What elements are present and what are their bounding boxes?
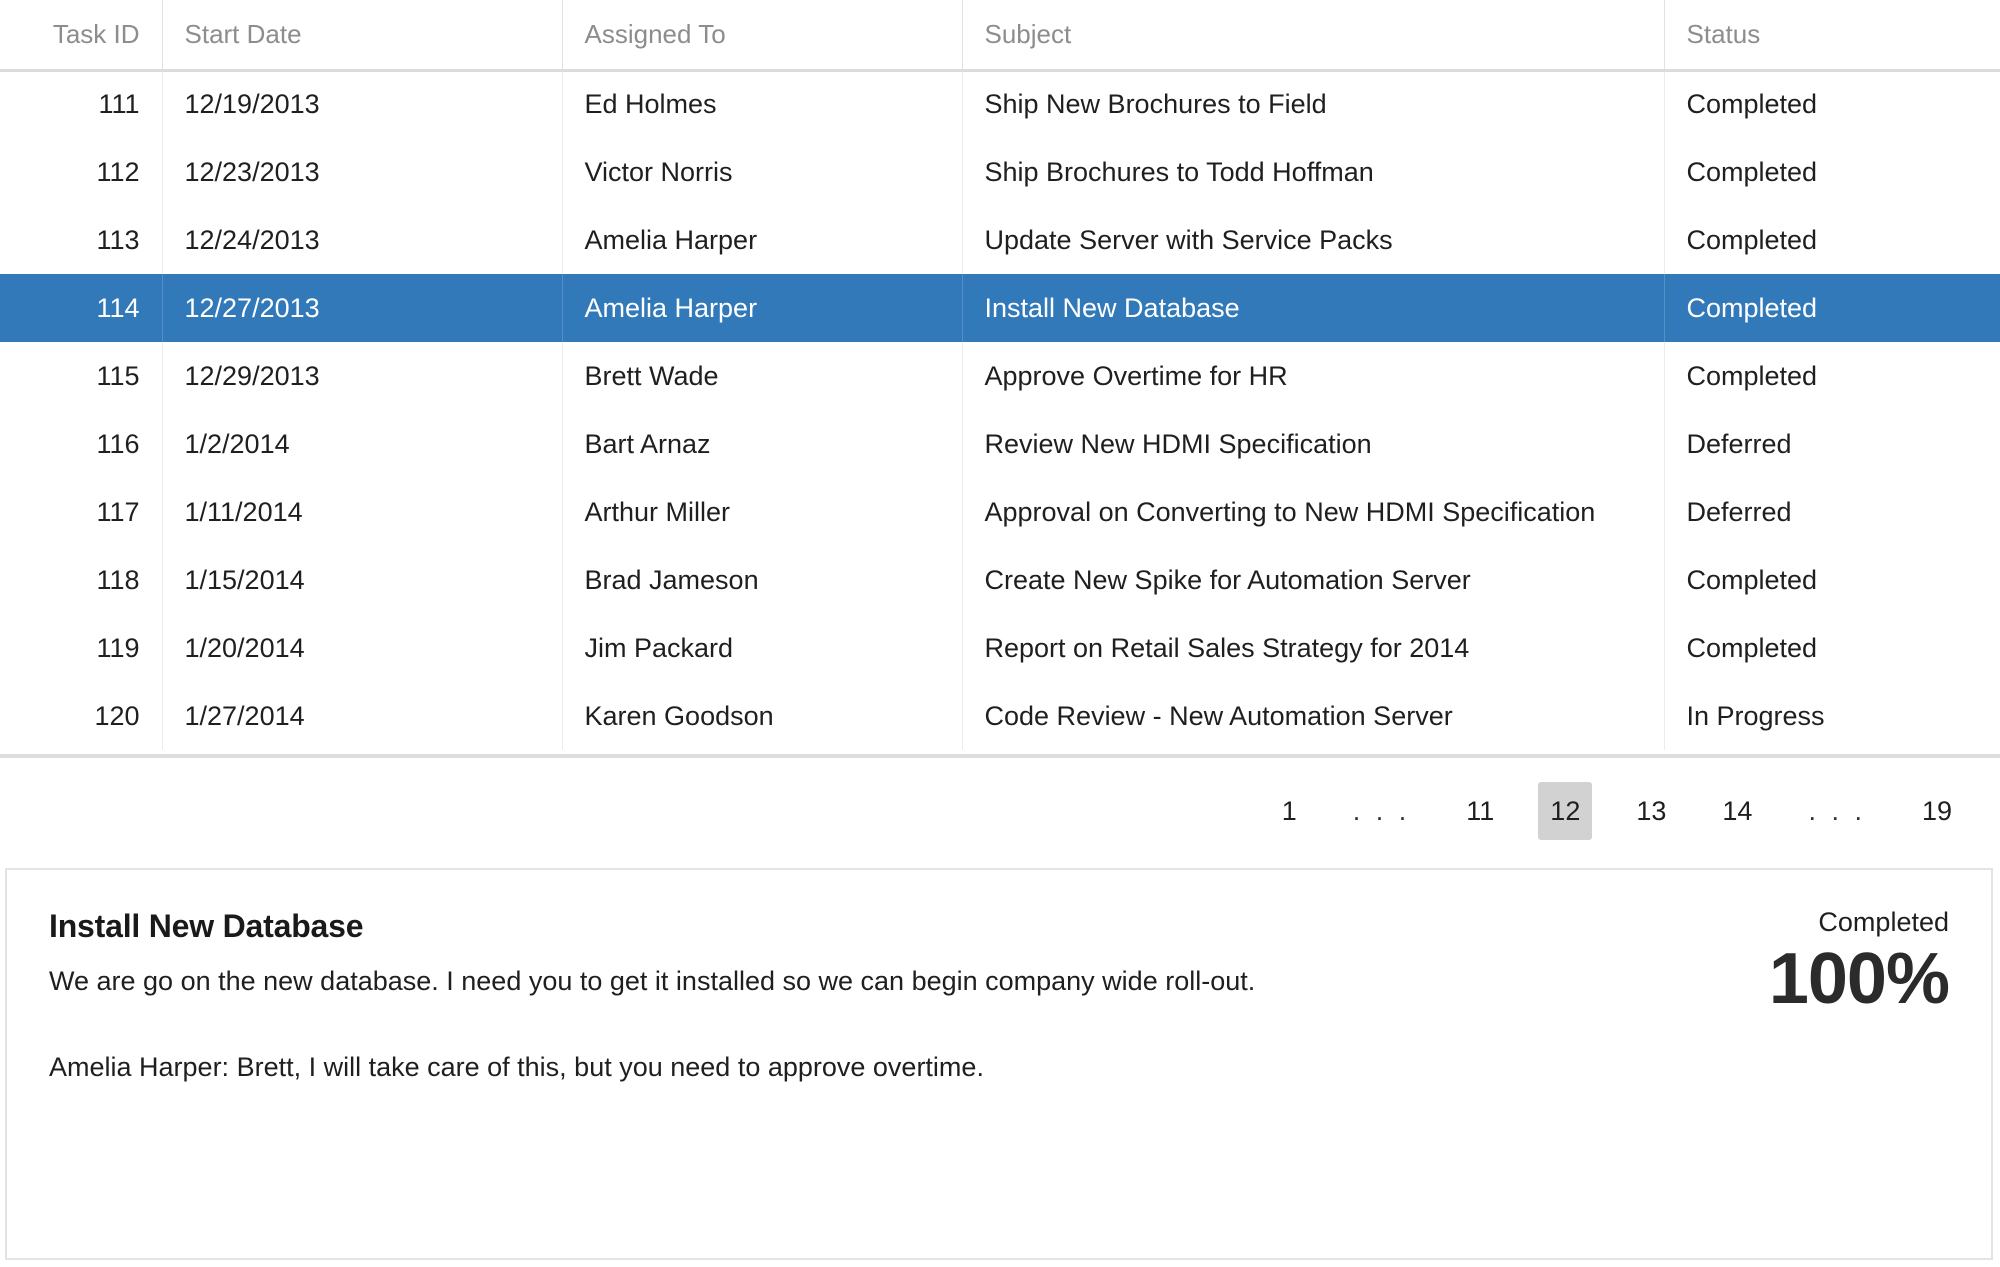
- table-row[interactable]: 118 1/15/2014 Brad Jameson Create New Spike…: [0, 546, 2000, 614]
- table-row[interactable]: 113 12/24/2013 Amelia Harper Update Server …: [0, 206, 2000, 274]
- detail-paragraph-2: Amelia Harper: Brett, I will take care o…: [49, 1052, 984, 1083]
- header-row: Task ID Start Date Assigned To Subject S…: [0, 0, 2000, 70]
- table-row[interactable]: 120 1/27/2014 Karen Goodson Code Review - N…: [0, 682, 2000, 750]
- cell-start-date: 12/23/2013: [162, 138, 563, 206]
- cell-task-id: 120: [0, 682, 163, 750]
- cell-status: Deferred: [1686, 496, 1792, 527]
- cell-assigned-to: Victor Norris: [562, 138, 963, 206]
- cell-subject: Ship Brochures to Todd Hoffman: [962, 138, 1665, 206]
- detail-status-label: Completed: [1818, 907, 1949, 937]
- cell-task-id: 117: [0, 478, 163, 546]
- cell-assigned-to: Amelia Harper: [562, 274, 963, 342]
- cell-task-id: 111: [0, 70, 163, 138]
- table-row[interactable]: 117 1/11/2014 Arthur Miller Approval on Con…: [0, 478, 2000, 546]
- pagination-page-19[interactable]: 19: [1910, 782, 1964, 840]
- pagination-ellipsis: . . .: [1808, 795, 1866, 826]
- cell-task-id: 119: [0, 614, 163, 682]
- detail-status-percent: 100%: [1768, 938, 1950, 1019]
- cell-assigned-to: Karen Goodson: [562, 682, 963, 750]
- detail-status-block: Completed 100%: [1768, 907, 1950, 1019]
- cell-task-id: 115: [0, 342, 163, 410]
- cell-start-date: 1/2/2014: [162, 410, 563, 478]
- table-row[interactable]: 114 12/27/2013 Amelia Harper Install New Da…: [0, 274, 2000, 342]
- cell-status: Deferred: [1686, 428, 1792, 459]
- cell-subject: Install New Database: [962, 274, 1665, 342]
- task-grid: Task ID Start Date Assigned To Subject S…: [0, 0, 2000, 750]
- detail-title: Install New Database: [49, 908, 364, 944]
- cell-assigned-to: Jim Packard: [562, 614, 963, 682]
- pagination-page-1[interactable]: 1: [1270, 782, 1309, 840]
- cell-subject: Report on Retail Sales Strategy for 2014: [962, 614, 1665, 682]
- cell-task-id: 116: [0, 410, 163, 478]
- table-row[interactable]: 112 12/23/2013 Victor Norris Ship Brochures…: [0, 138, 2000, 206]
- pagination-page-14[interactable]: 14: [1710, 782, 1764, 840]
- cell-status: Completed: [1686, 360, 1818, 391]
- cell-assigned-to: Amelia Harper: [562, 206, 963, 274]
- cell-assigned-to: Brad Jameson: [562, 546, 963, 614]
- cell-subject: Code Review - New Automation Server: [962, 682, 1665, 750]
- cell-start-date: 12/24/2013: [162, 206, 563, 274]
- table-row[interactable]: 111 12/19/2013 Ed Holmes Ship New Brochures…: [0, 70, 2000, 138]
- cell-subject: Approve Overtime for HR: [962, 342, 1665, 410]
- cell-status: Completed: [1686, 156, 1818, 187]
- cell-status: In Progress: [1686, 700, 1825, 731]
- cell-status: Completed: [1686, 89, 1818, 120]
- cell-start-date: 1/15/2014: [162, 546, 563, 614]
- cell-task-id: 118: [0, 546, 163, 614]
- cell-assigned-to: Brett Wade: [562, 342, 963, 410]
- pagination-ellipsis: . . .: [1352, 795, 1411, 826]
- cell-assigned-to: Bart Arnaz: [562, 410, 963, 478]
- pagination-page-12[interactable]: 12: [1538, 782, 1593, 840]
- cell-subject: Update Server with Service Packs: [962, 206, 1665, 274]
- task-detail-panel: Install New Database We are go on the ne…: [5, 868, 1993, 1260]
- task-grid-table: Task ID Start Date Assigned To Subject S…: [0, 0, 2000, 750]
- cell-start-date: 1/20/2014: [162, 614, 563, 682]
- cell-assigned-to: Ed Holmes: [562, 70, 963, 138]
- cell-start-date: 1/27/2014: [162, 682, 563, 750]
- detail-body: We are go on the new database. I need yo…: [49, 963, 1649, 1086]
- column-header-assigned-to[interactable]: Assigned To: [562, 0, 963, 70]
- cell-start-date: 12/27/2013: [162, 274, 563, 342]
- cell-task-id: 112: [0, 138, 163, 206]
- cell-start-date: 12/29/2013: [162, 342, 563, 410]
- task-grid-header: Task ID Start Date Assigned To Subject S…: [0, 0, 2000, 70]
- cell-subject: Create New Spike for Automation Server: [962, 546, 1665, 614]
- cell-status: Completed: [1664, 274, 2000, 342]
- detail-paragraph-1: We are go on the new database. I need yo…: [49, 966, 1256, 996]
- pagination-page-13[interactable]: 13: [1624, 782, 1678, 840]
- table-row[interactable]: 115 12/29/2013 Brett Wade Approve Overtime …: [0, 342, 2000, 410]
- column-header-start-date[interactable]: Start Date: [162, 0, 563, 70]
- cell-task-id: 113: [0, 206, 163, 274]
- cell-subject: Review New HDMI Specification: [962, 410, 1665, 478]
- table-row[interactable]: 116 1/2/2014 Bart Arnaz Review New HDMI Spe…: [0, 410, 2000, 478]
- detail-paragraph-spacer: [49, 999, 1649, 1049]
- column-header-status[interactable]: Status: [1664, 0, 2000, 70]
- pagination: 1 . . . 11 12 13 14 . . . 19: [0, 758, 2000, 864]
- cell-assigned-to: Arthur Miller: [562, 478, 963, 546]
- cell-start-date: 12/19/2013: [162, 70, 563, 138]
- cell-start-date: 1/11/2014: [162, 478, 563, 546]
- cell-status: Completed: [1686, 224, 1818, 255]
- column-header-subject[interactable]: Subject: [962, 0, 1665, 70]
- cell-subject: Approval on Converting to New HDMI Speci…: [962, 478, 1665, 546]
- column-header-task-id[interactable]: Task ID: [0, 0, 163, 70]
- cell-status: Completed: [1686, 632, 1818, 663]
- task-grid-body: 111 12/19/2013 Ed Holmes Ship New Brochures…: [0, 70, 2000, 750]
- cell-status: Completed: [1686, 564, 1818, 595]
- cell-task-id: 114: [0, 274, 163, 342]
- cell-subject: Ship New Brochures to Field: [962, 70, 1665, 138]
- pagination-page-11[interactable]: 11: [1454, 782, 1506, 840]
- table-row[interactable]: 119 1/20/2014 Jim Packard Report on Retail …: [0, 614, 2000, 682]
